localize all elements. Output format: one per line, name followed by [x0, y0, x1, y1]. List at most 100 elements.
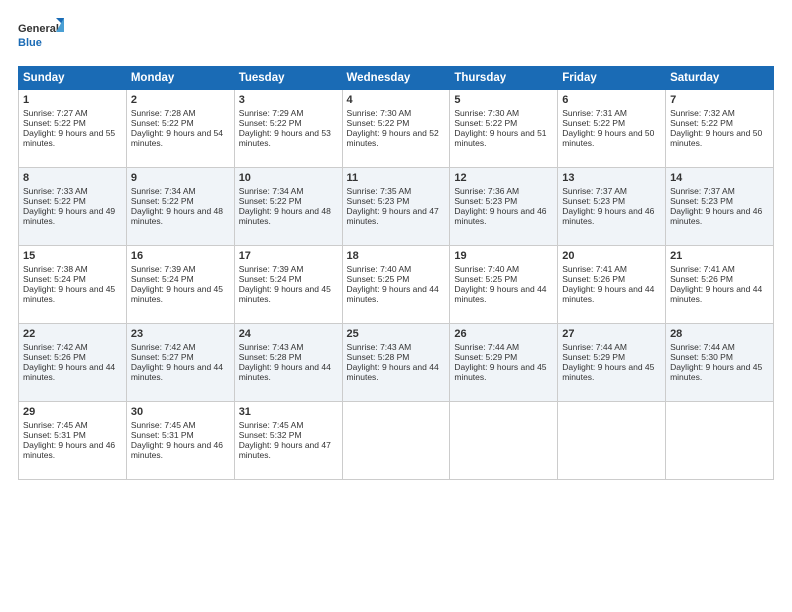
daylight-text: Daylight: 9 hours and 46 minutes.: [562, 206, 654, 226]
day-number: 31: [239, 406, 338, 418]
sunrise-text: Sunrise: 7:41 AM: [670, 264, 735, 274]
sunrise-text: Sunrise: 7:34 AM: [239, 186, 304, 196]
table-row: 21 Sunrise: 7:41 AM Sunset: 5:26 PM Dayl…: [666, 246, 774, 324]
calendar-body: 1 Sunrise: 7:27 AM Sunset: 5:22 PM Dayli…: [19, 90, 774, 480]
sunset-text: Sunset: 5:22 PM: [23, 118, 86, 128]
sunrise-text: Sunrise: 7:35 AM: [347, 186, 412, 196]
table-row: 20 Sunrise: 7:41 AM Sunset: 5:26 PM Dayl…: [558, 246, 666, 324]
sunrise-text: Sunrise: 7:43 AM: [347, 342, 412, 352]
sunrise-text: Sunrise: 7:40 AM: [347, 264, 412, 274]
day-number: 9: [131, 172, 230, 184]
table-row: 12 Sunrise: 7:36 AM Sunset: 5:23 PM Dayl…: [450, 168, 558, 246]
day-number: 26: [454, 328, 553, 340]
daylight-text: Daylight: 9 hours and 53 minutes.: [239, 128, 331, 148]
sunset-text: Sunset: 5:26 PM: [562, 274, 625, 284]
sunrise-text: Sunrise: 7:39 AM: [239, 264, 304, 274]
table-row: 17 Sunrise: 7:39 AM Sunset: 5:24 PM Dayl…: [234, 246, 342, 324]
sunrise-text: Sunrise: 7:44 AM: [562, 342, 627, 352]
table-row: 5 Sunrise: 7:30 AM Sunset: 5:22 PM Dayli…: [450, 90, 558, 168]
sunrise-text: Sunrise: 7:36 AM: [454, 186, 519, 196]
col-wednesday: Wednesday: [342, 67, 450, 90]
day-number: 1: [23, 94, 122, 106]
daylight-text: Daylight: 9 hours and 44 minutes.: [670, 284, 762, 304]
table-row: 25 Sunrise: 7:43 AM Sunset: 5:28 PM Dayl…: [342, 324, 450, 402]
sunset-text: Sunset: 5:24 PM: [239, 274, 302, 284]
table-row: 19 Sunrise: 7:40 AM Sunset: 5:25 PM Dayl…: [450, 246, 558, 324]
daylight-text: Daylight: 9 hours and 46 minutes.: [454, 206, 546, 226]
sunrise-text: Sunrise: 7:27 AM: [23, 108, 88, 118]
daylight-text: Daylight: 9 hours and 46 minutes.: [23, 440, 115, 460]
svg-text:Blue: Blue: [18, 37, 42, 49]
day-number: 28: [670, 328, 769, 340]
daylight-text: Daylight: 9 hours and 52 minutes.: [347, 128, 439, 148]
sunset-text: Sunset: 5:22 PM: [131, 118, 194, 128]
sunset-text: Sunset: 5:24 PM: [23, 274, 86, 284]
col-sunday: Sunday: [19, 67, 127, 90]
sunrise-text: Sunrise: 7:39 AM: [131, 264, 196, 274]
day-number: 7: [670, 94, 769, 106]
day-number: 4: [347, 94, 446, 106]
calendar-header: Sunday Monday Tuesday Wednesday Thursday…: [19, 67, 774, 90]
table-row: 26 Sunrise: 7:44 AM Sunset: 5:29 PM Dayl…: [450, 324, 558, 402]
header-row: Sunday Monday Tuesday Wednesday Thursday…: [19, 67, 774, 90]
daylight-text: Daylight: 9 hours and 50 minutes.: [562, 128, 654, 148]
daylight-text: Daylight: 9 hours and 45 minutes.: [562, 362, 654, 382]
sunset-text: Sunset: 5:25 PM: [454, 274, 517, 284]
sunrise-text: Sunrise: 7:41 AM: [562, 264, 627, 274]
sunrise-text: Sunrise: 7:45 AM: [131, 420, 196, 430]
sunrise-text: Sunrise: 7:38 AM: [23, 264, 88, 274]
sunset-text: Sunset: 5:23 PM: [454, 196, 517, 206]
day-number: 13: [562, 172, 661, 184]
calendar-row: 15 Sunrise: 7:38 AM Sunset: 5:24 PM Dayl…: [19, 246, 774, 324]
sunrise-text: Sunrise: 7:30 AM: [347, 108, 412, 118]
table-row: 1 Sunrise: 7:27 AM Sunset: 5:22 PM Dayli…: [19, 90, 127, 168]
daylight-text: Daylight: 9 hours and 47 minutes.: [347, 206, 439, 226]
sunrise-text: Sunrise: 7:45 AM: [23, 420, 88, 430]
table-row: 15 Sunrise: 7:38 AM Sunset: 5:24 PM Dayl…: [19, 246, 127, 324]
day-number: 11: [347, 172, 446, 184]
sunrise-text: Sunrise: 7:42 AM: [131, 342, 196, 352]
sunset-text: Sunset: 5:22 PM: [670, 118, 733, 128]
daylight-text: Daylight: 9 hours and 48 minutes.: [131, 206, 223, 226]
day-number: 23: [131, 328, 230, 340]
daylight-text: Daylight: 9 hours and 54 minutes.: [131, 128, 223, 148]
sunset-text: Sunset: 5:23 PM: [670, 196, 733, 206]
sunrise-text: Sunrise: 7:31 AM: [562, 108, 627, 118]
table-row: 4 Sunrise: 7:30 AM Sunset: 5:22 PM Dayli…: [342, 90, 450, 168]
sunrise-text: Sunrise: 7:40 AM: [454, 264, 519, 274]
table-row: 23 Sunrise: 7:42 AM Sunset: 5:27 PM Dayl…: [126, 324, 234, 402]
table-row: 7 Sunrise: 7:32 AM Sunset: 5:22 PM Dayli…: [666, 90, 774, 168]
sunrise-text: Sunrise: 7:43 AM: [239, 342, 304, 352]
day-number: 21: [670, 250, 769, 262]
sunset-text: Sunset: 5:30 PM: [670, 352, 733, 362]
day-number: 3: [239, 94, 338, 106]
day-number: 22: [23, 328, 122, 340]
daylight-text: Daylight: 9 hours and 45 minutes.: [454, 362, 546, 382]
day-number: 5: [454, 94, 553, 106]
sunset-text: Sunset: 5:26 PM: [670, 274, 733, 284]
table-row: 6 Sunrise: 7:31 AM Sunset: 5:22 PM Dayli…: [558, 90, 666, 168]
table-row: 22 Sunrise: 7:42 AM Sunset: 5:26 PM Dayl…: [19, 324, 127, 402]
day-number: 24: [239, 328, 338, 340]
sunrise-text: Sunrise: 7:44 AM: [670, 342, 735, 352]
daylight-text: Daylight: 9 hours and 55 minutes.: [23, 128, 115, 148]
daylight-text: Daylight: 9 hours and 50 minutes.: [670, 128, 762, 148]
logo: General Blue: [18, 18, 68, 56]
sunset-text: Sunset: 5:24 PM: [131, 274, 194, 284]
day-number: 20: [562, 250, 661, 262]
sunset-text: Sunset: 5:28 PM: [239, 352, 302, 362]
sunset-text: Sunset: 5:26 PM: [23, 352, 86, 362]
calendar-row: 1 Sunrise: 7:27 AM Sunset: 5:22 PM Dayli…: [19, 90, 774, 168]
calendar-table: Sunday Monday Tuesday Wednesday Thursday…: [18, 66, 774, 480]
table-row: [342, 402, 450, 480]
table-row: 10 Sunrise: 7:34 AM Sunset: 5:22 PM Dayl…: [234, 168, 342, 246]
header: General Blue: [18, 18, 774, 56]
sunset-text: Sunset: 5:31 PM: [23, 430, 86, 440]
daylight-text: Daylight: 9 hours and 49 minutes.: [23, 206, 115, 226]
sunrise-text: Sunrise: 7:37 AM: [562, 186, 627, 196]
sunset-text: Sunset: 5:22 PM: [239, 196, 302, 206]
day-number: 12: [454, 172, 553, 184]
sunrise-text: Sunrise: 7:30 AM: [454, 108, 519, 118]
daylight-text: Daylight: 9 hours and 47 minutes.: [239, 440, 331, 460]
sunrise-text: Sunrise: 7:28 AM: [131, 108, 196, 118]
